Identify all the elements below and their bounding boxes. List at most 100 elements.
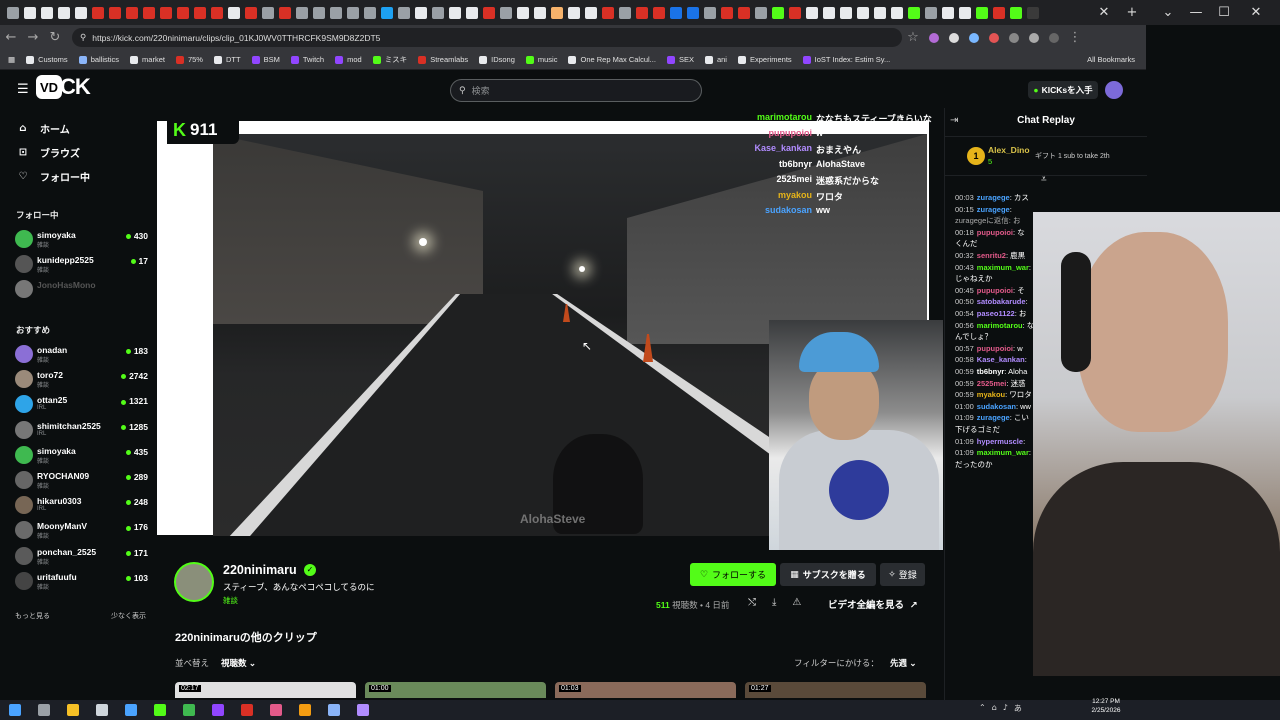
chat-username[interactable]: marimotarou [977,321,1023,330]
chevron-down-icon[interactable]: ⌄ [1154,5,1182,20]
browser-tab-favicon[interactable] [499,6,512,19]
browser-tab-favicon[interactable] [890,6,903,19]
extension-icon[interactable] [969,32,979,43]
chat-username[interactable]: maximum_war [977,448,1029,457]
share-icon[interactable]: ⤭ [748,597,756,608]
full-video-link[interactable]: ビデオ全編を見る ↗ [828,597,918,611]
bookmark-item[interactable]: Twitch [290,55,324,64]
chat-username[interactable]: myakou [977,390,1005,399]
chat-username[interactable]: Kase_kankan [977,355,1025,364]
browser-tab-favicon[interactable] [346,6,359,19]
sidebar-channel[interactable]: toro72 雑談 2742 [15,368,150,390]
network-icon[interactable]: ⌂ [992,703,997,714]
sidebar-channel[interactable]: ponchan_2525 雑談 171 [15,545,150,567]
bookmark-item[interactable]: ani [704,55,727,64]
browser-tab-favicon[interactable] [669,6,682,19]
search-input[interactable]: ⚲ 検索 [450,79,702,102]
sidebar-channel[interactable]: JonoHasMono [15,278,150,300]
browser-tab-favicon[interactable] [448,6,461,19]
maximize-icon[interactable]: ☐ [1210,5,1238,20]
browser-tab-favicon[interactable] [40,6,53,19]
browser-tab-favicon[interactable] [193,6,206,19]
get-kicks-button[interactable]: ● KICKsを入手 [1028,81,1098,99]
sidebar-channel[interactable]: hikaru0303 IRL 248 [15,494,150,516]
browser-tab-favicon[interactable] [125,6,138,19]
browser-tab-favicon[interactable] [261,6,274,19]
bookmark-item[interactable]: DTT [213,55,241,64]
taskbar-app-icon[interactable] [211,704,224,716]
chat-username[interactable]: maximum_war [977,263,1029,272]
chat-username[interactable]: paseo1122 [977,309,1015,318]
hamburger-menu-icon[interactable]: ☰ [17,82,29,97]
taskbar-app-icon[interactable] [269,704,282,716]
ime-icon[interactable]: あ [1014,703,1022,714]
browser-tab-favicon[interactable] [23,6,36,19]
chat-username[interactable]: tb6bnyr [977,367,1005,376]
taskbar-app-icon[interactable] [37,704,50,716]
taskbar-app-icon[interactable] [124,704,137,716]
reload-icon[interactable]: ↻ [44,30,66,45]
browser-tab-favicon[interactable] [74,6,87,19]
browser-tab-favicon[interactable] [720,6,733,19]
sidebar-channel[interactable]: simoyaka 雑談 435 [15,444,150,466]
browser-tab-favicon[interactable] [652,6,665,19]
chat-username[interactable]: hypermuscle [977,437,1023,446]
windows-start-icon[interactable] [8,704,21,716]
browser-tab-favicon[interactable] [6,6,19,19]
subscribe-button[interactable]: ✧ 登録 [880,563,925,586]
bookmark-item[interactable]: mod [335,55,362,64]
show-less-link[interactable]: 少なく表示 [111,611,146,621]
browser-tab-favicon[interactable] [992,6,1005,19]
browser-tab-favicon[interactable] [397,6,410,19]
browser-tab-favicon[interactable] [431,6,444,19]
bookmark-item[interactable]: Experiments [737,55,792,64]
close-window-icon[interactable]: ✕ [1242,5,1270,20]
browser-tab-favicon[interactable] [91,6,104,19]
browser-tab-favicon[interactable] [567,6,580,19]
category-link[interactable]: 雑談 [223,595,238,606]
browser-tab-favicon[interactable] [618,6,631,19]
browser-tab-favicon[interactable] [550,6,563,19]
extension-icon[interactable] [989,32,999,43]
clip-thumbnail[interactable]: 01:03 [555,682,736,698]
browser-tab-favicon[interactable] [329,6,342,19]
browser-tab-favicon[interactable] [873,6,886,19]
chat-username[interactable]: pupupoioi [977,344,1013,353]
chat-username[interactable]: satobakarude [977,297,1026,306]
bookmark-item[interactable]: IDsong [479,55,515,64]
browser-tab-favicon[interactable] [295,6,308,19]
clip-thumbnail[interactable]: 01:00 [365,682,546,698]
sidebar-channel[interactable]: onadan 雑談 183 [15,343,150,365]
browser-tab-favicon[interactable] [380,6,393,19]
follow-button[interactable]: ♡ フォローする [690,563,776,586]
show-more-link[interactable]: もっと見る [15,611,50,621]
forward-icon[interactable]: → [22,30,44,45]
chat-username[interactable]: pupupoioi [977,286,1013,295]
bookmark-item[interactable]: Customs [26,55,68,64]
sidebar-channel[interactable]: MoonyManV 雑談 176 [15,519,150,541]
report-icon[interactable]: ⚠ [792,597,801,608]
bookmark-item[interactable]: ballistics [78,55,119,64]
browser-tab-favicon[interactable] [584,6,597,19]
volume-icon[interactable]: ♪ [1003,703,1008,714]
sidebar-channel[interactable]: uritafuufu 雑談 103 [15,570,150,592]
browser-tab-favicon[interactable] [465,6,478,19]
chat-username[interactable]: zuragege [977,205,1010,214]
browser-tab-favicon[interactable] [516,6,529,19]
browser-tab-favicon[interactable] [482,6,495,19]
video-player[interactable]: AlohaSteve K 911 marimotarou ななちもスティーブきらい… [157,108,943,550]
star-icon[interactable]: ☆ [902,30,924,45]
back-icon[interactable]: ← [0,30,22,45]
taskbar-clock[interactable]: 12:27 PM 2/25/2026 [1086,697,1126,715]
menu-dots-icon[interactable]: ⋮ [1064,30,1086,45]
chat-username[interactable]: sudakosan [977,402,1016,411]
browser-tab-favicon[interactable] [737,6,750,19]
browser-tab-favicon[interactable] [363,6,376,19]
browser-tab-favicon[interactable] [176,6,189,19]
browser-tab-favicon[interactable] [941,6,954,19]
kick-logo[interactable]: VD CK [36,74,100,99]
sidebar-channel[interactable]: simoyaka 雑談 430 [15,228,150,250]
browser-tab-favicon[interactable] [975,6,988,19]
sidebar-nav-heart[interactable]: ♡ フォロー中 [16,169,90,184]
browser-tab-favicon[interactable] [601,6,614,19]
